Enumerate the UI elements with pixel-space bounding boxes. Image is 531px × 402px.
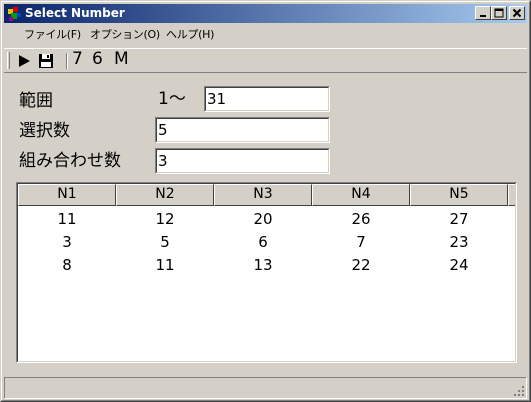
menu-file[interactable]: ファイル(F)	[24, 28, 81, 42]
table-cell: 12	[155, 210, 175, 228]
menu-bar: ファイル(F) オプション(O) ヘルプ(H)	[4, 25, 527, 44]
table-row[interactable]: 11 12 20 26 27	[18, 208, 515, 231]
column-header-n3[interactable]: N3	[214, 184, 312, 206]
minimize-button[interactable]	[475, 6, 491, 20]
column-header-n5[interactable]: N5	[410, 184, 508, 206]
table-cell: 13	[253, 256, 273, 274]
maximize-icon	[494, 8, 504, 18]
range-prefix: 1～	[158, 89, 186, 109]
close-button[interactable]	[509, 6, 525, 20]
column-header-n1[interactable]: N1	[18, 184, 116, 206]
menu-options[interactable]: オプション(O)	[90, 28, 160, 42]
maximize-button[interactable]	[491, 6, 507, 20]
range-input[interactable]	[207, 89, 325, 109]
close-icon	[512, 8, 522, 18]
main-window: Select Number ファイル(F) オプション(O) ヘルプ(H) 7 …	[0, 0, 531, 402]
menu-help[interactable]: ヘルプ(H)	[166, 28, 214, 42]
title-bar[interactable]: Select Number	[4, 4, 527, 23]
table-row[interactable]: 3 5 6 7 23	[18, 231, 515, 254]
tool-6-button[interactable]: 6	[92, 50, 108, 68]
toolbar: 7 6 M	[4, 48, 527, 73]
select-count-input[interactable]	[158, 120, 325, 140]
play-button[interactable]	[16, 52, 32, 70]
tool-m-button[interactable]: M	[114, 50, 134, 68]
table-cell: 5	[160, 233, 170, 251]
select-count-label: 選択数	[19, 121, 70, 141]
column-header-filler	[508, 184, 515, 206]
table-row[interactable]: 8 11 13 22 24	[18, 254, 515, 277]
results-list[interactable]: N1 N2 N3 N4 N5 11 12 20 26 27 3 5 6 7 23	[16, 182, 517, 363]
combination-count-input-box	[155, 148, 330, 174]
toolbar-grip[interactable]	[7, 52, 10, 69]
table-cell: 7	[356, 233, 366, 251]
select-count-input-frame	[156, 118, 329, 142]
list-header: N1 N2 N3 N4 N5	[18, 184, 515, 206]
combination-count-input[interactable]	[158, 151, 325, 171]
play-icon	[19, 55, 30, 67]
results-list-frame: N1 N2 N3 N4 N5 11 12 20 26 27 3 5 6 7 23	[17, 183, 516, 362]
table-cell: 23	[449, 233, 469, 251]
table-cell: 20	[253, 210, 273, 228]
table-cell: 6	[258, 233, 268, 251]
window-title: Select Number	[25, 6, 125, 20]
column-header-n4[interactable]: N4	[312, 184, 410, 206]
range-input-frame	[205, 87, 329, 111]
status-panel	[4, 377, 527, 399]
combination-count-input-frame	[156, 149, 329, 173]
minimize-icon	[480, 15, 486, 17]
table-cell: 26	[351, 210, 371, 228]
table-cell: 24	[449, 256, 469, 274]
select-count-input-box	[155, 117, 330, 143]
column-header-n2[interactable]: N2	[116, 184, 214, 206]
combination-count-label: 組み合わせ数	[19, 151, 121, 171]
app-icon	[8, 7, 21, 21]
tool-7-button[interactable]: 7	[72, 50, 88, 68]
range-label: 範囲	[19, 91, 53, 111]
range-input-box	[204, 86, 330, 112]
save-floppy-icon	[39, 54, 53, 68]
table-cell: 22	[351, 256, 371, 274]
table-cell: 8	[62, 256, 72, 274]
resize-grip-icon[interactable]	[513, 385, 525, 397]
table-cell: 3	[62, 233, 72, 251]
save-button[interactable]	[38, 52, 56, 70]
table-cell: 27	[449, 210, 469, 228]
status-bar	[4, 377, 527, 399]
table-cell: 11	[155, 256, 175, 274]
table-cell: 11	[57, 210, 77, 228]
toolbar-separator	[66, 53, 68, 69]
